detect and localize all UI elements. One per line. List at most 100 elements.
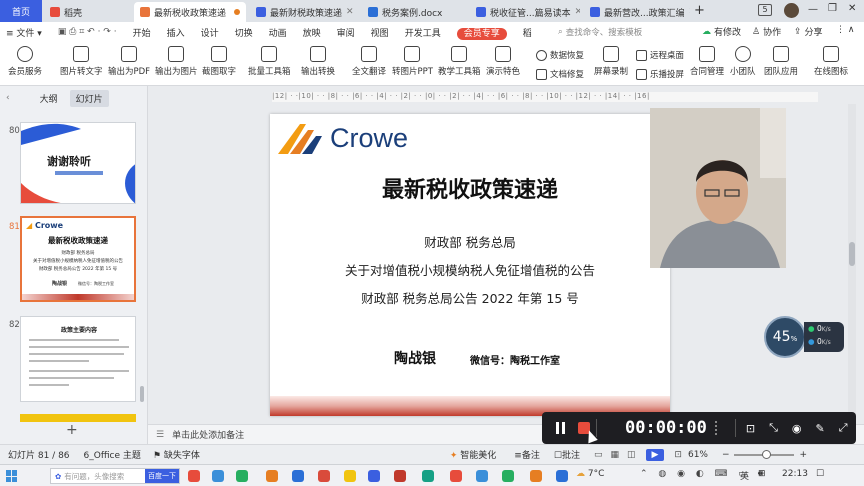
file-menu[interactable]: ≡ 文件 ▾: [0, 26, 50, 39]
close-icon[interactable]: ✕: [575, 7, 580, 17]
team-apps-button[interactable]: 团队应用: [764, 46, 798, 77]
menu-design[interactable]: 设计: [193, 26, 227, 39]
cast-screen-button[interactable]: 乐播投屏: [636, 68, 684, 80]
smart-beautify-button[interactable]: ✦ 智能美化: [450, 448, 496, 461]
window-close-icon[interactable]: ✕: [848, 3, 856, 14]
translate-button[interactable]: 全文翻译: [352, 46, 386, 77]
to-image-ppt-button[interactable]: 转图片PPT: [392, 46, 433, 77]
taskbar-search-box[interactable]: ✿ 有问题，头像搜索 百度一下: [50, 468, 180, 484]
slide-wechat[interactable]: 微信号：陶税工作室: [470, 352, 560, 367]
taskbar-app-icon[interactable]: [266, 470, 278, 482]
slide-thumbnail-82[interactable]: 政策主要内容: [20, 316, 136, 402]
new-tab-button[interactable]: +: [694, 3, 705, 18]
doc-repair-button[interactable]: 文档修复: [536, 68, 584, 80]
zoom-slider[interactable]: [733, 449, 794, 459]
slide-thumbnail-83[interactable]: [20, 414, 136, 422]
collab-button[interactable]: ♙ 协作: [752, 25, 781, 39]
tab-home[interactable]: 首页: [0, 0, 42, 22]
tab-slides[interactable]: 幻灯片: [69, 89, 109, 107]
close-icon[interactable]: ✕: [346, 7, 354, 17]
webcam-overlay[interactable]: [650, 108, 786, 268]
close-icon[interactable]: ✕: [689, 7, 690, 17]
current-slide[interactable]: Crowe 最新税收政策速递 财政部 税务总局 关于对增值税小规模纳税人免征增值…: [270, 114, 670, 416]
member-service-button[interactable]: 会员服务: [8, 46, 42, 77]
pen-icon[interactable]: ✎: [816, 422, 825, 435]
quick-access-icons[interactable]: ▣ ⎙ ⌗ ↶ · ↷ ·: [50, 27, 125, 37]
reading-view-icon[interactable]: ◫: [627, 450, 636, 460]
taskbar-app-icon[interactable]: [422, 470, 434, 482]
slide-thumbnail-80[interactable]: 谢谢聆听: [20, 122, 136, 204]
taskbar-app-icon[interactable]: [394, 470, 406, 482]
menu-slideshow[interactable]: 放映: [295, 26, 329, 39]
screen-record-button[interactable]: 屏幕录制: [594, 46, 628, 77]
add-slide-button[interactable]: +: [66, 422, 78, 438]
avatar[interactable]: [784, 3, 799, 18]
normal-view-icon[interactable]: ▭: [594, 450, 603, 460]
menu-insert[interactable]: 插入: [159, 26, 193, 39]
export-image-button[interactable]: 输出为图片: [155, 46, 198, 77]
weather-widget[interactable]: ☁ 7°C: [576, 469, 604, 479]
ime-indicator[interactable]: 英: [740, 469, 749, 482]
missing-font-button[interactable]: ⚑ 缺失字体: [153, 448, 200, 461]
presentation-features-button[interactable]: 演示特色: [486, 46, 520, 77]
windows-start-icon[interactable]: [6, 470, 18, 482]
slide-line-3[interactable]: 财政部 税务总局公告 2022 年第 15 号: [270, 288, 670, 307]
menu-animation[interactable]: 动画: [261, 26, 295, 39]
screenshot-text-button[interactable]: 截图取字: [202, 46, 236, 77]
play-slideshow-icon[interactable]: ▶: [645, 448, 665, 461]
menu-transition[interactable]: 切换: [227, 26, 261, 39]
share-button[interactable]: ⇪ 分享: [794, 25, 823, 39]
network-speed-meter[interactable]: 45% ● 0K/s ● 0K/s: [764, 316, 844, 358]
data-recovery-button[interactable]: 数据恢复: [536, 49, 584, 61]
teaching-tools-button[interactable]: 教学工具箱: [438, 46, 481, 77]
zoom-out-icon[interactable]: −: [722, 450, 730, 460]
taskbar-app-icon[interactable]: [368, 470, 380, 482]
minimize-icon[interactable]: —: [808, 4, 818, 15]
small-team-button[interactable]: 小团队: [730, 46, 756, 77]
shrink-icon[interactable]: ⤡: [769, 421, 778, 435]
slide-line-2[interactable]: 关于对增值税小规模纳税人免征增值税的公告: [270, 260, 670, 279]
taskbar-app-icon[interactable]: [212, 470, 224, 482]
restore-icon[interactable]: ❐: [828, 3, 837, 14]
notes-toggle-button[interactable]: ≡备注: [514, 448, 540, 461]
taskbar-app-icon[interactable]: [188, 470, 200, 482]
camera-icon[interactable]: ◉: [792, 422, 802, 435]
export-convert-button[interactable]: 输出转换: [301, 46, 335, 77]
taskbar-app-icon[interactable]: [450, 470, 462, 482]
fit-icon[interactable]: ⊡: [674, 450, 682, 460]
notification-icon[interactable]: ☐: [816, 469, 824, 479]
window-count-badge[interactable]: 5: [758, 4, 772, 16]
taskbar-app-icon[interactable]: [476, 470, 488, 482]
region-icon[interactable]: ⊡: [746, 422, 755, 435]
tab-outline[interactable]: 大纲: [40, 92, 58, 105]
menu-more[interactable]: 稻: [515, 26, 540, 39]
taskbar-app-icon[interactable]: [502, 470, 514, 482]
command-search[interactable]: ⌕ 查找命令、搜索模板: [558, 25, 698, 39]
taskbar-app-icon[interactable]: [556, 470, 568, 482]
tab-document[interactable]: 税务案例.docx: [362, 2, 464, 22]
theme-name[interactable]: 6_Office 主题: [84, 448, 141, 461]
menu-review[interactable]: 审阅: [329, 26, 363, 39]
taskbar-app-icon[interactable]: [236, 470, 248, 482]
online-icons-button[interactable]: 在线图标: [814, 46, 848, 77]
slide-author[interactable]: 陶战银: [394, 348, 436, 368]
zoom-in-icon[interactable]: +: [800, 450, 808, 460]
tab-document[interactable]: 最新财税政策速递 ✕: [250, 2, 356, 22]
slide-thumbnail-81[interactable]: ◢ Crowe 最新税收政策速递 财政部 税务总局 关于对增值税小规模纳税人免征…: [20, 216, 136, 302]
zoom-slider-thumb[interactable]: [761, 449, 771, 459]
clock[interactable]: 22:13: [782, 469, 808, 479]
collapse-icon[interactable]: ‹: [6, 93, 10, 103]
batch-tools-button[interactable]: 批量工具箱: [248, 46, 291, 77]
ime-mode-icon[interactable]: ⊞: [758, 469, 766, 479]
more-icon[interactable]: ⋮ ∧: [836, 25, 854, 35]
pause-icon[interactable]: [556, 422, 566, 434]
image-to-text-button[interactable]: 图片转文字: [60, 46, 103, 77]
scrollbar-thumb[interactable]: [849, 242, 855, 266]
notes-placeholder[interactable]: 单击此处添加备注: [172, 428, 244, 441]
taskbar-app-icon[interactable]: [318, 470, 330, 482]
slide-title[interactable]: 最新税收政策速递: [270, 172, 670, 204]
slide-line-1[interactable]: 财政部 税务总局: [270, 232, 670, 251]
taskbar-app-icon[interactable]: [344, 470, 356, 482]
notes-drag-icon[interactable]: ☰: [156, 430, 164, 440]
contract-manage-button[interactable]: 合同管理: [690, 46, 724, 77]
